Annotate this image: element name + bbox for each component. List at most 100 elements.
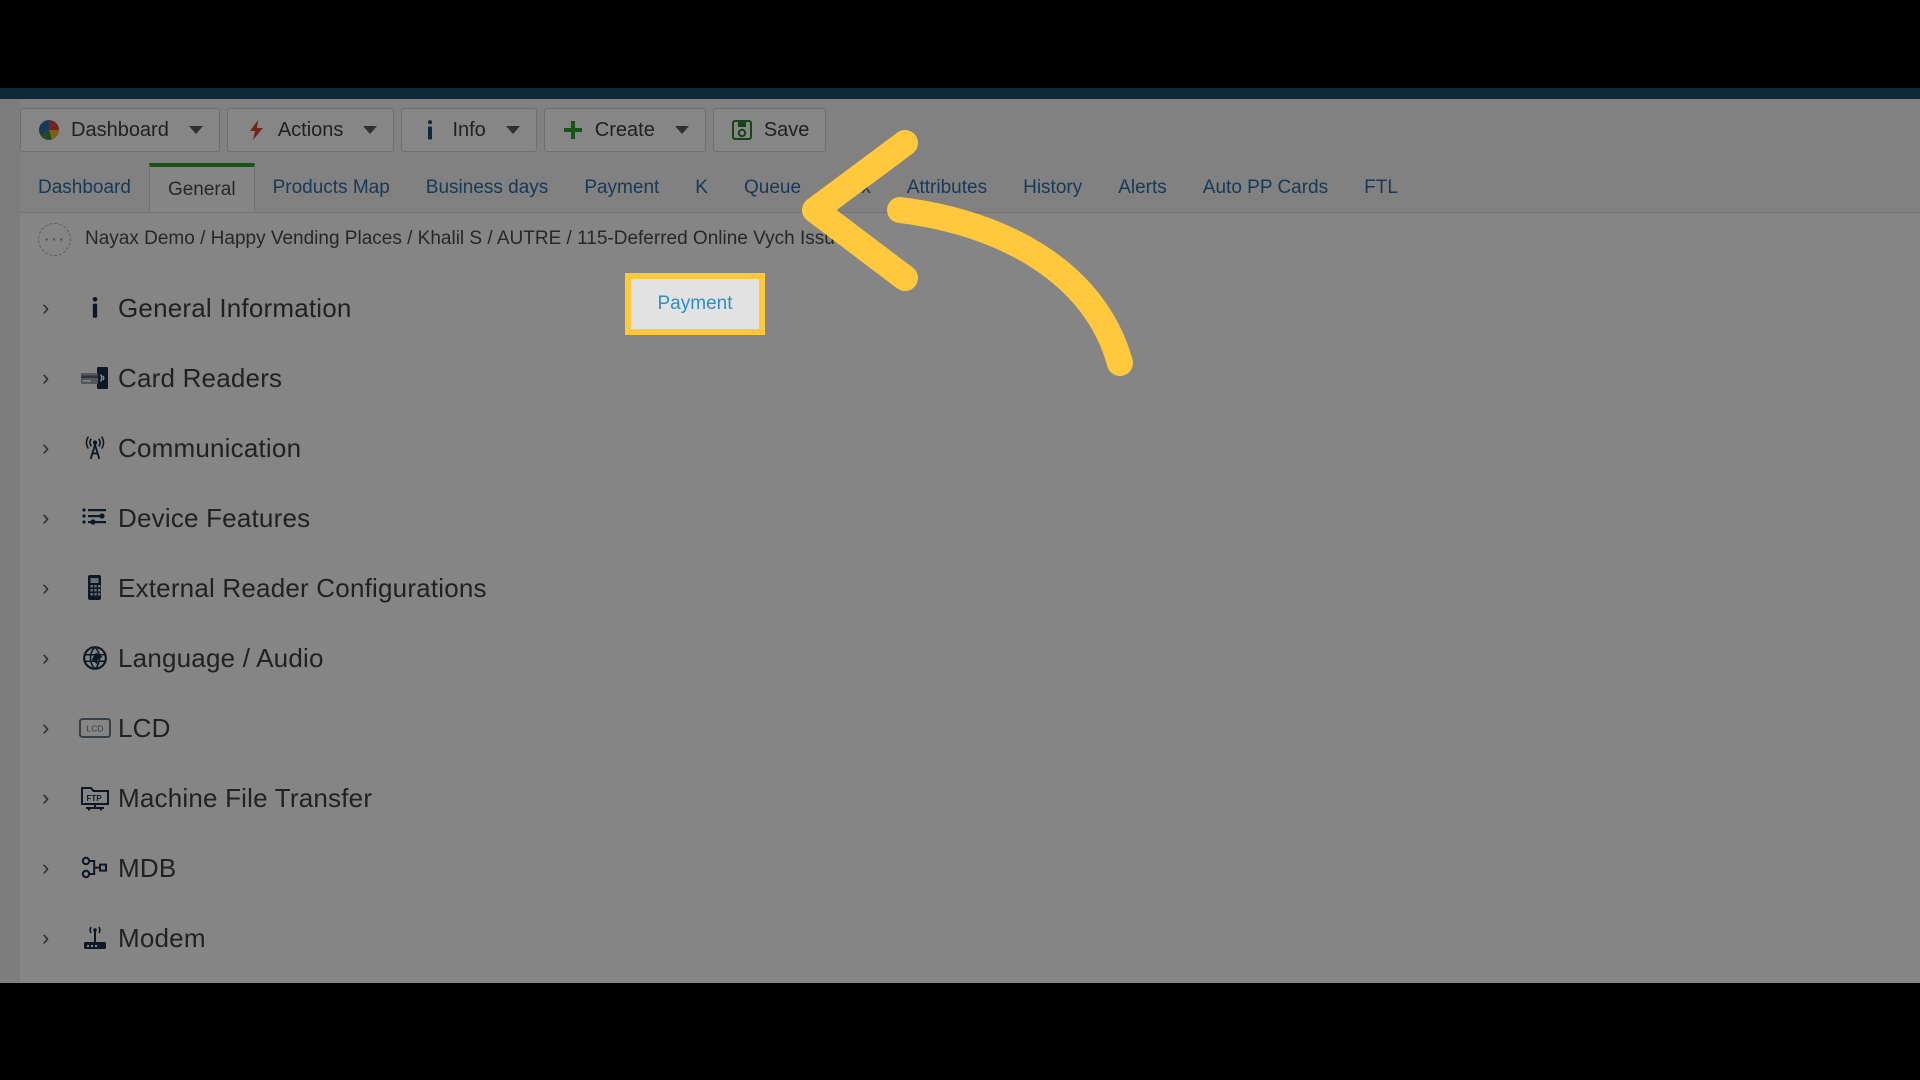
info-icon [418,118,442,142]
accordion-item-label: LCD [118,712,171,743]
tab-general[interactable]: General [148,163,255,212]
tab-label: Queue [743,176,802,198]
tab-bar: Dashboard General Products Map Business … [20,163,1920,213]
tab-label: Products Map [272,176,390,198]
app-top-strip [0,88,1920,99]
accordion-item-label: External Reader Configurations [118,572,487,603]
breadcrumb-path: Nayax Demo / Happy Vending Places / Khal… [85,228,846,249]
accordion-item-label: Device Features [118,502,311,533]
antenna-icon [72,435,118,461]
accordion-item-mdb[interactable]: › MDB [20,833,1920,903]
accordion-item-label: MDB [118,852,177,883]
info-button-label: Info [452,118,486,141]
more-options-icon[interactable]: ··· [38,222,71,256]
screenshot-root: Dashboard Actions Info Create Save Dashb… [0,0,1920,1080]
chevron-right-icon: › [42,855,50,880]
tab-label: Dashboard [38,176,131,198]
accordion-item-label: Communication [118,432,302,463]
accordion-item-communication[interactable]: › Communication [20,413,1920,483]
tab-dex[interactable]: Dex [819,163,889,212]
page-content-panel: Dashboard Actions Info Create Save Dashb… [20,99,1920,983]
chevron-down-icon [674,126,689,134]
tab-label: Auto PP Cards [1202,176,1329,198]
tab-label: Dex [837,176,871,198]
card-reader-icon [72,365,118,391]
accordion-item-general-information[interactable]: › General Information [20,273,1920,343]
accordion-item-card-readers[interactable]: › Card Readers [20,343,1920,413]
tab-label: History [1023,176,1083,198]
chevron-right-icon: › [42,785,50,810]
accordion-item-device-features[interactable]: › Device Features [20,483,1920,553]
save-button-label: Save [763,118,810,141]
chevron-down-icon [188,126,203,134]
modem-icon [72,925,118,951]
reader-device-icon [72,574,118,602]
accordion-item-language-audio[interactable]: › Language / Audio [20,623,1920,693]
tab-label: FTL [1364,176,1398,198]
accordion-item-label: General Information [118,292,352,323]
floppy-disk-icon [730,118,754,142]
breadcrumb: ··· Nayax Demo / Happy Vending Places / … [20,213,1920,265]
svg-text:FTP: FTP [86,794,102,803]
tab-attributes[interactable]: Attributes [889,163,1005,212]
tab-ftl[interactable]: FTL [1346,163,1416,212]
dashboard-button[interactable]: Dashboard [20,108,220,152]
browser-viewport: Dashboard Actions Info Create Save Dashb… [0,88,1920,983]
tab-k[interactable]: K [677,163,726,212]
chevron-right-icon: › [42,575,50,600]
chevron-right-icon: › [42,925,50,950]
tab-auto-pp-cards[interactable]: Auto PP Cards [1185,163,1346,212]
tab-queue[interactable]: Queue [726,163,819,212]
mdb-network-icon [72,855,118,881]
accordion-item-label: Card Readers [118,362,283,393]
tab-label: Attributes [906,176,988,198]
save-button[interactable]: Save [712,108,827,152]
tab-history[interactable]: History [1005,163,1100,212]
chevron-right-icon: › [42,505,50,530]
accordion-item-external-reader-configurations[interactable]: › External Reader Configurations [20,553,1920,623]
accordion-item-lcd[interactable]: › LCD LCD [20,693,1920,763]
info-button[interactable]: Info [401,108,537,152]
sliders-icon [72,505,118,531]
payment-tab-highlight-label: Payment [657,293,733,314]
chevron-down-icon [363,126,378,134]
tab-business-days[interactable]: Business days [408,163,567,212]
accordion-item-label: Modem [118,922,206,953]
tab-label: Alerts [1118,176,1167,198]
plus-icon [561,118,585,142]
accordion-item-label: Machine File Transfer [118,782,373,813]
chevron-down-icon [505,126,520,134]
page-body: Dashboard Actions Info Create Save Dashb… [0,99,1920,983]
globe-icon [72,645,118,671]
dashboard-button-label: Dashboard [71,118,169,141]
chevron-right-icon: › [42,295,50,320]
accordion-item-machine-file-transfer[interactable]: › FTP Machine File Transfer [20,763,1920,833]
tab-payment[interactable]: Payment [566,163,677,212]
accordion-item-modem[interactable]: › Modem [20,903,1920,973]
payment-tab-highlight[interactable]: Payment [625,273,765,335]
lcd-screen-icon: LCD [72,717,118,739]
actions-button-label: Actions [277,118,344,141]
settings-accordion: › General Information › Card Readers › C… [20,265,1920,983]
tab-label: K [695,176,708,198]
lightning-bolt-icon [244,118,268,142]
create-button-label: Create [594,118,655,141]
main-toolbar: Dashboard Actions Info Create Save [20,108,827,152]
info-icon [72,295,118,321]
svg-text:LCD: LCD [86,724,103,734]
chevron-right-icon: › [42,715,50,740]
chevron-right-icon: › [42,365,50,390]
ftp-folder-icon: FTP [72,784,118,812]
create-button[interactable]: Create [543,108,706,152]
tab-label: General [167,178,236,200]
chevron-right-icon: › [42,645,50,670]
tab-label: Payment [584,176,660,198]
accordion-item-label: Language / Audio [118,642,324,673]
tab-label: Business days [425,176,549,198]
tab-dashboard[interactable]: Dashboard [20,163,149,212]
chevron-right-icon: › [42,435,50,460]
pie-chart-icon [37,118,61,142]
actions-button[interactable]: Actions [226,108,395,152]
tab-alerts[interactable]: Alerts [1100,163,1185,212]
tab-products-map[interactable]: Products Map [255,163,408,212]
